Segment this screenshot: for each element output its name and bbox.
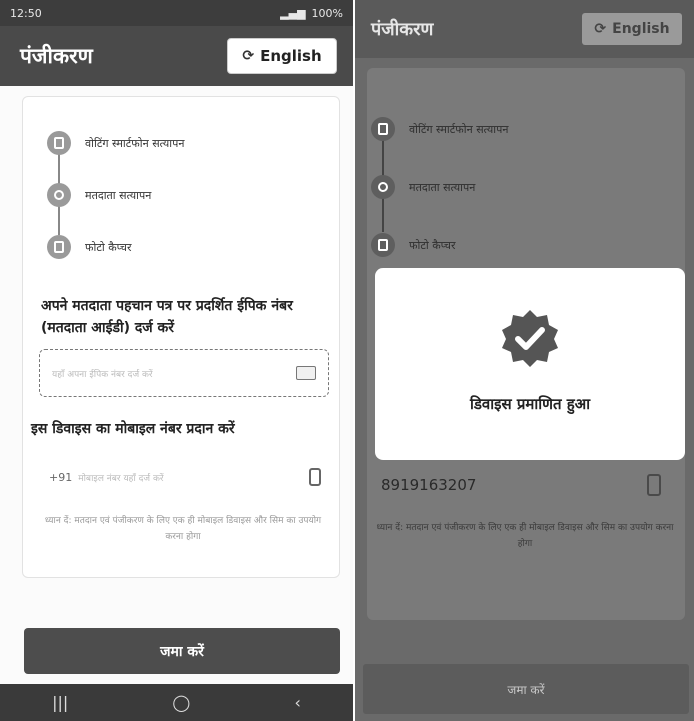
note-text: ध्यान दें: मतदान एवं पंजीकरण के लिए एक ह… (376, 523, 674, 549)
mobile-input[interactable]: +91 मोबाइल नंबर यहाँ दर्ज करें (39, 457, 329, 497)
dialog-message: डिवाइस प्रमाणित हुआ (469, 395, 591, 413)
id-card-icon[interactable] (296, 366, 316, 380)
refresh-icon: ⟳ (594, 21, 607, 37)
smartphone-icon (47, 131, 71, 155)
left-phone-screen: 12:50 ▂▄▆ 100% पंजीकरण ⟳ English वोटिंग … (0, 0, 353, 721)
language-button-label: English (260, 47, 322, 65)
status-bar: 12:50 ▂▄▆ 100% (0, 0, 353, 26)
smartphone-icon (371, 117, 395, 141)
page-title: पंजीकरण (371, 19, 434, 40)
step-photo-capture: फोटो कैप्चर (47, 221, 184, 273)
recent-apps-icon[interactable]: ||| (52, 693, 68, 712)
screenshot-pair: 12:50 ▂▄▆ 100% पंजीकरण ⟳ English वोटिंग … (0, 0, 694, 721)
system-nav-bar: ||| ◯ ‹ (0, 684, 353, 721)
stepper: वोटिंग स्मार्टफोन सत्यापन मतदाता सत्यापन… (371, 100, 508, 274)
epic-placeholder: यहाँ अपना ईपिक नंबर दर्ज करें (52, 369, 153, 380)
signal-icon: ▂▄▆ (280, 6, 306, 20)
back-icon[interactable]: ‹ (295, 693, 301, 712)
step-label: वोटिंग स्मार्टफोन सत्यापन (409, 122, 509, 136)
step-voter-verification: मतदाता सत्यापन (47, 169, 184, 221)
page-title: पंजीकरण (20, 44, 93, 68)
step-voter-verification: मतदाता सत्यापन (371, 158, 508, 216)
battery-level: 100% (311, 6, 343, 20)
voter-icon (371, 175, 395, 199)
language-button-label: English (612, 21, 670, 37)
step-smartphone-verification: वोटिंग स्मार्टफोन सत्यापन (47, 117, 184, 169)
step-label: मतदाता सत्यापन (409, 180, 476, 194)
step-photo-capture: फोटो कैप्चर (371, 216, 508, 274)
device-verified-dialog: डिवाइस प्रमाणित हुआ (375, 268, 685, 460)
epic-input[interactable]: यहाँ अपना ईपिक नंबर दर्ज करें (39, 349, 329, 397)
step-label: फोटो कैप्चर (409, 238, 456, 252)
status-icons: ▂▄▆ 100% (280, 7, 343, 20)
country-code: +91 (49, 470, 73, 484)
stepper: वोटिंग स्मार्टफोन सत्यापन मतदाता सत्यापन… (47, 117, 184, 273)
note-text: ध्यान दें: मतदान एवं पंजीकरण के लिए एक ह… (44, 516, 322, 542)
step-smartphone-verification: वोटिंग स्मार्टफोन सत्यापन (371, 100, 508, 158)
refresh-icon: ⟳ (242, 48, 255, 64)
step-label: मतदाता सत्यापन (85, 188, 152, 202)
photo-icon (371, 233, 395, 257)
verified-badge-icon (502, 310, 558, 367)
submit-button[interactable]: जमा करें (24, 628, 340, 674)
step-label: फोटो कैप्चर (85, 240, 132, 254)
submit-button[interactable]: जमा करें (363, 664, 689, 714)
mobile-placeholder: मोबाइल नंबर यहाँ दर्ज करें (78, 473, 164, 484)
language-button[interactable]: ⟳ English (582, 13, 682, 45)
right-phone-screen: पंजीकरण ⟳ English वोटिंग स्मार्टफोन सत्य… (355, 0, 694, 721)
epic-question: अपने मतदाता पहचान पत्र पर प्रदर्शित ईपिक… (41, 298, 293, 336)
registration-card: वोटिंग स्मार्टफोन सत्यापन मतदाता सत्यापन… (22, 96, 340, 578)
step-label: वोटिंग स्मार्टफोन सत्यापन (85, 136, 185, 150)
app-bar: पंजीकरण ⟳ English (355, 0, 694, 58)
mobile-number-value: 8919163207 (381, 476, 477, 494)
language-button[interactable]: ⟳ English (227, 38, 337, 74)
app-bar: पंजीकरण ⟳ English (0, 26, 353, 86)
photo-icon (47, 235, 71, 259)
voter-icon (47, 183, 71, 207)
phone-icon (647, 474, 661, 496)
status-time: 12:50 (10, 6, 42, 20)
home-icon[interactable]: ◯ (172, 693, 190, 712)
mobile-question: इस डिवाइस का मोबाइल नंबर प्रदान करें (31, 421, 235, 437)
phone-icon (309, 468, 321, 486)
